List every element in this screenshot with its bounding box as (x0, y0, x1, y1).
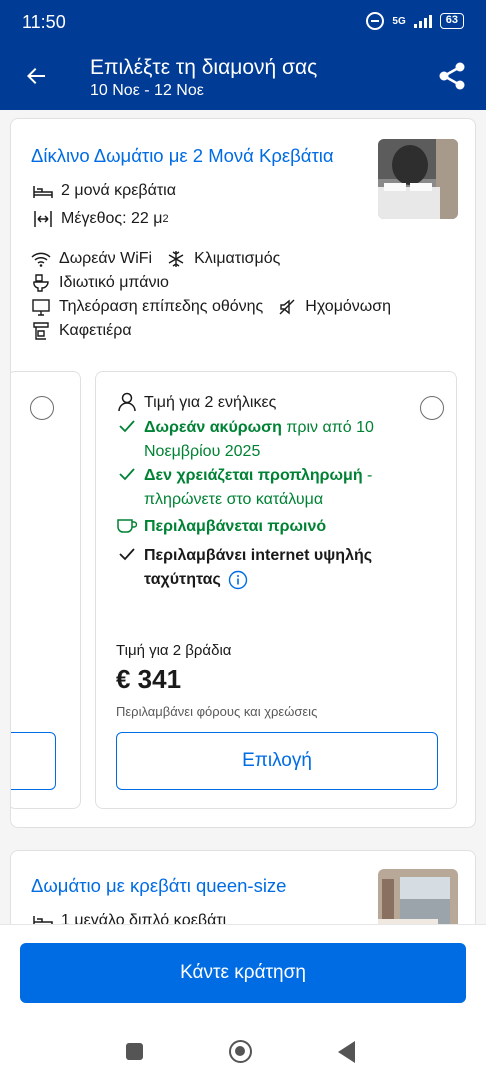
toilet-icon (31, 273, 51, 293)
share-icon (439, 62, 465, 90)
room-photo[interactable] (378, 139, 458, 219)
dnd-icon (366, 12, 385, 30)
info-icon[interactable] (228, 570, 248, 590)
coffee-maker-icon (31, 321, 51, 341)
coffee-cup-icon (116, 516, 138, 536)
app-header: Επιλέξτε τη διαμονή σας 10 Νοε - 12 Νοε (0, 46, 486, 110)
amenity-row: Τηλεόραση επίπεδης οθόνης Ηχομόνωση (31, 297, 405, 317)
room-card: Δίκλινο Δωμάτιο με 2 Μονά Κρεβάτια 2 μον… (10, 118, 476, 828)
rate-option[interactable]: Τιμή για 2 ενήλικες Δωρεάν ακύρωση πριν … (95, 371, 457, 809)
guest-count: Τιμή για 2 ενήλικες (116, 392, 276, 414)
page-title: Επιλέξτε τη διαμονή σας (90, 56, 318, 79)
amenity-row: Καφετιέρα (31, 321, 146, 341)
room-size: Μέγεθος: 22 μ2 (31, 209, 169, 229)
select-button[interactable]: Επιλογή (116, 732, 438, 790)
amenity-ac: Κλιματισμός (166, 249, 280, 269)
status-bar: 11:50 5G 63 (0, 0, 486, 46)
select-button-partial[interactable] (11, 732, 56, 790)
free-cancellation: Δωρεάν ακύρωση πριν από 10 Νοεμβρίου 202… (116, 416, 386, 464)
snowflake-icon (166, 249, 186, 269)
recents-button[interactable] (126, 1043, 143, 1060)
price-label: Τιμή για 2 βράδια (116, 642, 232, 659)
person-icon (116, 392, 138, 412)
no-prepayment: Δεν χρειάζεται προπληρωμή - πληρώνετε στ… (116, 464, 386, 512)
back-button[interactable] (20, 60, 52, 92)
price: € 341 (116, 664, 182, 694)
check-icon (116, 464, 138, 484)
internet-included: Περιλαμβάνει internet υψηλής ταχύτητας (116, 544, 386, 592)
soundproof-icon (277, 297, 297, 317)
status-icons: 5G 63 (366, 12, 464, 30)
bottom-action-bar: Κάντε κράτηση (0, 924, 486, 1080)
battery-icon: 63 (439, 13, 464, 29)
signal-icon (413, 14, 432, 28)
amenity-tv: Τηλεόραση επίπεδης οθόνης (31, 297, 263, 317)
back-nav-button[interactable] (338, 1041, 355, 1063)
stay-dates: 10 Νοε - 12 Νοε (90, 82, 204, 99)
amenity-bathroom: Ιδιωτικό μπάνιο (31, 273, 169, 293)
bed-icon (31, 181, 55, 201)
resize-icon (31, 209, 55, 229)
tv-icon (31, 297, 51, 317)
check-icon (116, 544, 138, 564)
network-type: 5G (392, 15, 406, 27)
amenity-soundproof: Ηχομόνωση (277, 297, 391, 317)
room-card: Δωμάτιο με κρεβάτι queen-size 1 μεγάλο δ… (10, 850, 476, 930)
rate-radio[interactable] (420, 396, 444, 420)
book-button[interactable]: Κάντε κράτηση (20, 943, 466, 1003)
check-icon (116, 416, 138, 436)
rate-option-partial[interactable] (11, 371, 81, 809)
home-button[interactable] (229, 1040, 252, 1063)
bed-info: 2 μονά κρεβάτια (31, 181, 176, 201)
amenity-row: Ιδιωτικό μπάνιο (31, 273, 183, 293)
price-note: Περιλαμβάνει φόρους και χρεώσεις (116, 704, 318, 719)
share-button[interactable] (436, 60, 468, 92)
room-title[interactable]: Δίκλινο Δωμάτιο με 2 Μονά Κρεβάτια (31, 145, 334, 167)
room-photo[interactable] (378, 869, 458, 929)
room-title[interactable]: Δωμάτιο με κρεβάτι queen-size (31, 875, 286, 897)
amenity-coffee: Καφετιέρα (31, 321, 132, 341)
status-time: 11:50 (22, 12, 66, 32)
rate-radio[interactable] (30, 396, 54, 420)
amenity-row: Δωρεάν WiFi Κλιματισμός (31, 249, 294, 269)
arrow-left-icon (27, 68, 45, 84)
breakfast-included: Περιλαμβάνεται πρωινό (116, 516, 326, 538)
wifi-icon (31, 249, 51, 269)
system-nav-bar (0, 1029, 486, 1080)
amenity-wifi: Δωρεάν WiFi (31, 249, 152, 269)
